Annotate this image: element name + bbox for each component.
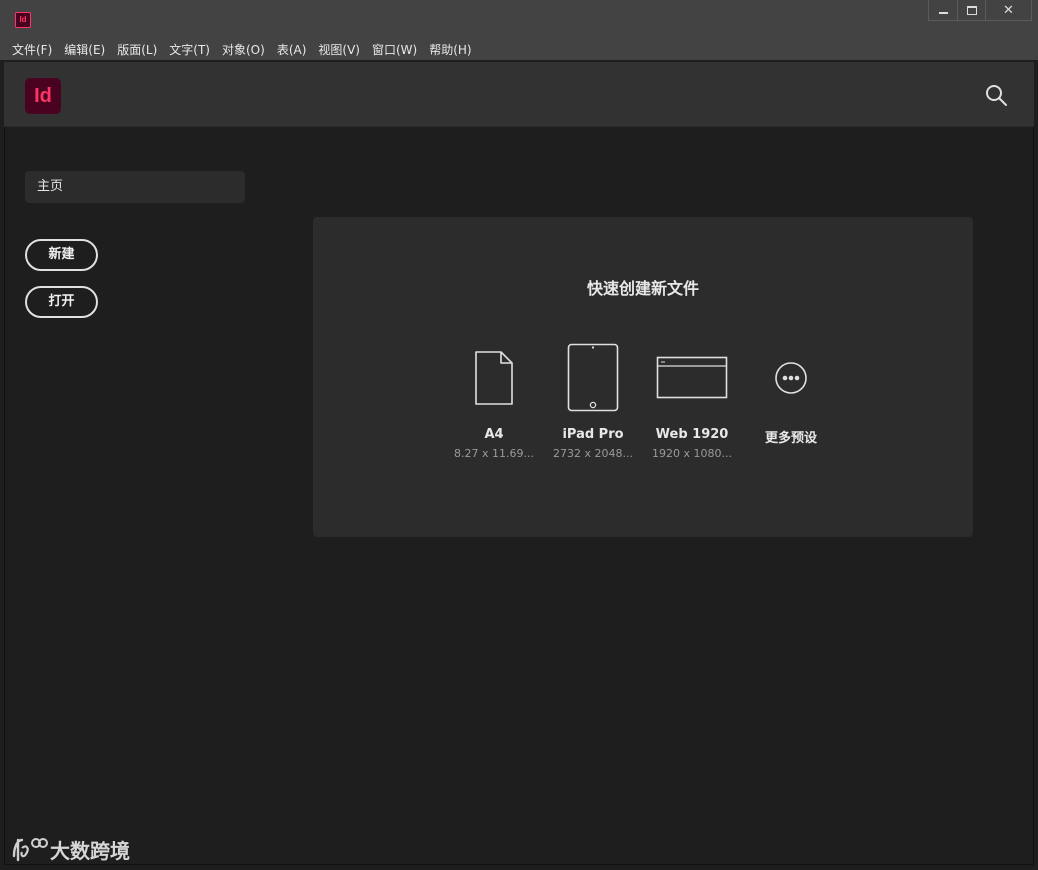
menu-view[interactable]: 视图(V) [312, 41, 366, 58]
menu-edit[interactable]: 编辑(E) [58, 41, 111, 58]
preset-web-1920[interactable]: Web 1920 1920 x 1080... [642, 337, 742, 461]
menu-file[interactable]: 文件(F) [6, 41, 58, 58]
preset-dimensions: 1920 x 1080... [652, 447, 732, 460]
browser-window-icon [656, 356, 728, 399]
preset-a4[interactable]: A4 8.27 x 11.69... [444, 337, 544, 461]
menu-table[interactable]: 表(A) [271, 41, 313, 58]
preset-more[interactable]: 更多预设 [741, 337, 841, 461]
tablet-icon [567, 343, 619, 412]
watermark-text: 大数跨境 [50, 838, 130, 863]
menu-type[interactable]: 文字(T) [163, 41, 216, 58]
preset-ipad-pro[interactable]: iPad Pro 2732 x 2048... [543, 337, 643, 461]
window-controls: ✕ [928, 0, 1032, 21]
preset-name: 更多预设 [764, 431, 817, 446]
document-icon [475, 351, 513, 405]
menu-help[interactable]: 帮助(H) [423, 41, 477, 58]
search-button[interactable] [984, 83, 1008, 107]
minimize-icon [938, 12, 948, 14]
menu-layout[interactable]: 版面(L) [111, 41, 163, 58]
menu-bar: 文件(F) 编辑(E) 版面(L) 文字(T) 对象(O) 表(A) 视图(V)… [0, 38, 1038, 60]
minimize-button[interactable] [929, 0, 957, 20]
menu-object[interactable]: 对象(O) [216, 41, 271, 58]
menu-window[interactable]: 窗口(W) [366, 41, 423, 58]
new-button[interactable]: 新建 [25, 239, 98, 271]
app-icon: Id [15, 12, 31, 28]
preset-dimensions [741, 447, 841, 461]
preset-name: Web 1920 [655, 427, 729, 442]
watermark: 大数跨境 [10, 834, 130, 864]
search-icon [986, 85, 1007, 106]
preset-name: iPad Pro [562, 427, 624, 442]
quick-create-title: 快速创建新文件 [586, 279, 699, 298]
close-icon: ✕ [1003, 2, 1014, 18]
sidebar-item-home[interactable]: 主页 [25, 171, 245, 203]
indesign-logo: Id [25, 78, 61, 114]
more-icon [775, 362, 807, 394]
watermark-logo-icon [12, 838, 48, 862]
maximize-button[interactable] [957, 0, 985, 20]
maximize-icon [966, 5, 977, 15]
open-button[interactable]: 打开 [25, 286, 98, 318]
title-bar: Id ✕ [0, 0, 1038, 38]
close-button[interactable]: ✕ [985, 0, 1031, 20]
preset-dimensions: 2732 x 2048... [553, 447, 633, 460]
preset-dimensions: 8.27 x 11.69... [454, 447, 534, 460]
home-header: Id [4, 62, 1034, 127]
preset-name: A4 [484, 427, 504, 442]
quick-create-panel: 快速创建新文件 A4 8.27 x 11.69... iPad Pro 2732… [313, 217, 973, 537]
